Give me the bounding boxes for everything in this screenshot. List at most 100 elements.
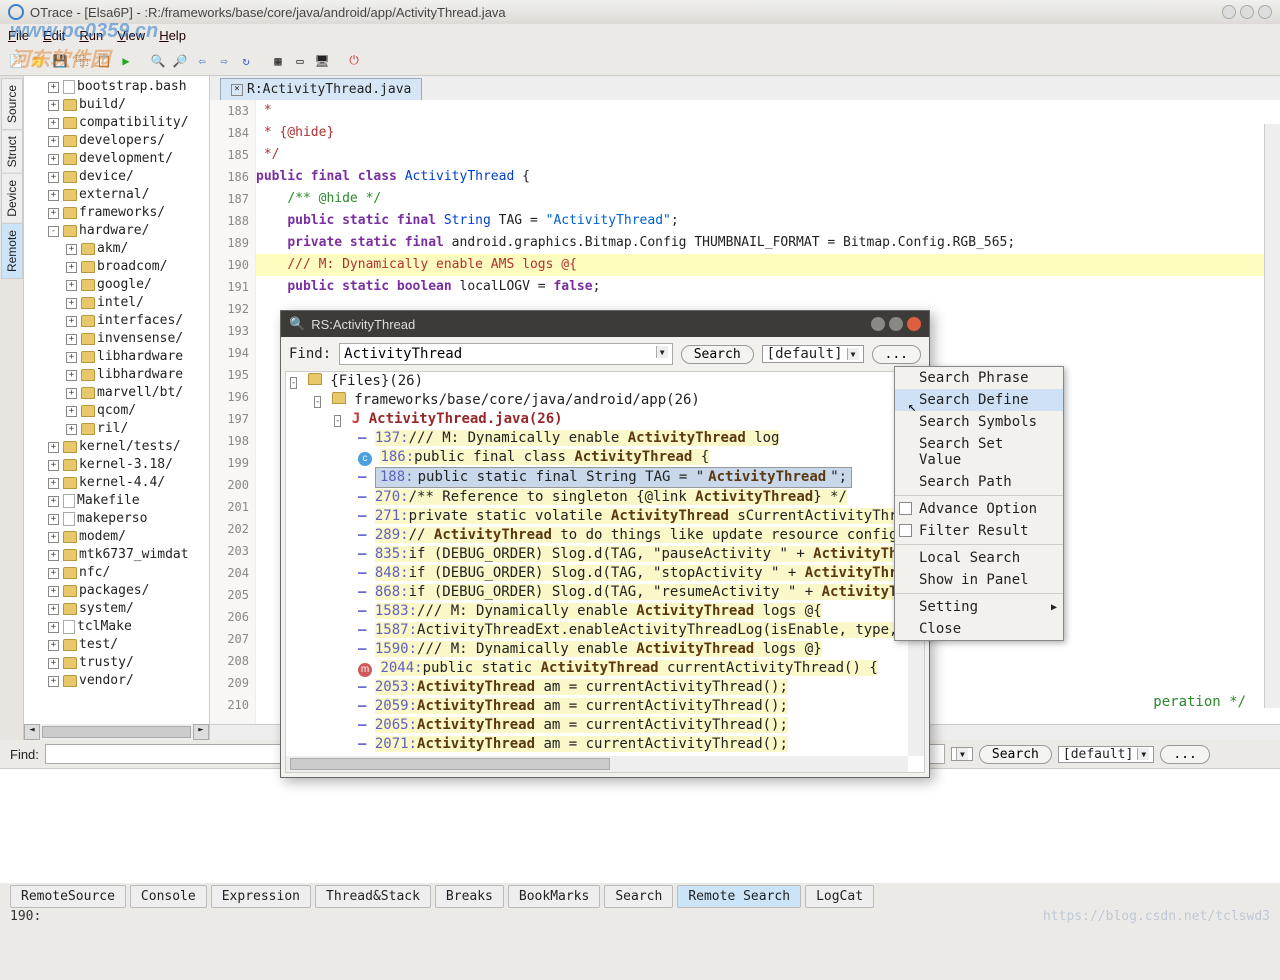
bottom-tab[interactable]: Expression: [211, 885, 311, 908]
rail-tab-device[interactable]: Device: [1, 173, 23, 224]
menu-item[interactable]: Show in Panel: [895, 569, 1063, 591]
bottom-tab[interactable]: Console: [130, 885, 207, 908]
tree-node[interactable]: + ril/: [28, 420, 209, 438]
close-button[interactable]: [1258, 5, 1272, 19]
bottom-tab[interactable]: LogCat: [805, 885, 874, 908]
search-hit[interactable]: — 289:// ActivityThread to do things lik…: [286, 526, 924, 545]
tree-node[interactable]: + kernel/tests/: [28, 438, 209, 456]
power-icon[interactable]: ⏻: [344, 51, 364, 71]
menu-item[interactable]: Advance Option: [895, 498, 1063, 520]
editor-tab[interactable]: × R:ActivityThread.java: [220, 78, 422, 100]
search-hit[interactable]: — 188:public static final String TAG = "…: [286, 467, 924, 488]
tree-node[interactable]: + libhardware: [28, 348, 209, 366]
bottom-tab[interactable]: RemoteSource: [10, 885, 126, 908]
tree-node[interactable]: + modem/: [28, 528, 209, 546]
tree-node[interactable]: + external/: [28, 186, 209, 204]
menu-item[interactable]: Close: [895, 618, 1063, 640]
file-tree[interactable]: + bootstrap.bash+ build/+ compatibility/…: [24, 76, 210, 740]
menu-item[interactable]: Search Set Value: [895, 433, 1063, 471]
tree-node[interactable]: + bootstrap.bash: [28, 78, 209, 96]
search-hit[interactable]: — 868:if (DEBUG_ORDER) Slog.d(TAG, "resu…: [286, 583, 924, 602]
tree-node[interactable]: + google/: [28, 276, 209, 294]
rail-tab-remote[interactable]: Remote: [1, 223, 23, 279]
dialog-scope-select[interactable]: [default]▼: [762, 345, 864, 363]
zoom-icon[interactable]: 🔍: [148, 51, 168, 71]
tree-node[interactable]: - hardware/: [28, 222, 209, 240]
tree-node[interactable]: + broadcom/: [28, 258, 209, 276]
menu-item[interactable]: Search Define: [895, 389, 1063, 411]
tree-node[interactable]: + intel/: [28, 294, 209, 312]
menu-view[interactable]: View: [117, 28, 145, 43]
dialog-more-button[interactable]: ...: [872, 345, 921, 364]
find-scope-select[interactable]: [default]▼: [1058, 746, 1154, 763]
dropdown-icon[interactable]: ▼: [656, 346, 668, 358]
bottom-tab[interactable]: Remote Search: [677, 885, 801, 908]
rail-tab-struct[interactable]: Struct: [1, 129, 23, 174]
editor-vscrollbar[interactable]: [1264, 124, 1280, 708]
grid-icon[interactable]: ▦: [268, 51, 288, 71]
tree-node[interactable]: + invensense/: [28, 330, 209, 348]
reload-icon[interactable]: ↻: [236, 51, 256, 71]
menu-run[interactable]: Run: [79, 28, 103, 43]
search-hit[interactable]: — 2065:ActivityThread am = currentActivi…: [286, 716, 924, 735]
tree-node[interactable]: + trusty/: [28, 654, 209, 672]
tree-node[interactable]: + nfc/: [28, 564, 209, 582]
find-more-button[interactable]: ...: [1160, 745, 1209, 764]
search-hit[interactable]: — 270:/** Reference to singleton {@link …: [286, 488, 924, 507]
open-icon[interactable]: 📁: [28, 51, 48, 71]
bottom-tab[interactable]: Search: [604, 885, 673, 908]
tree-node[interactable]: + vendor/: [28, 672, 209, 690]
tree-node[interactable]: + development/: [28, 150, 209, 168]
tree-node[interactable]: + device/: [28, 168, 209, 186]
tree-node[interactable]: + qcom/: [28, 402, 209, 420]
monitor-icon[interactable]: 🖥: [312, 51, 332, 71]
paste-icon[interactable]: 📋: [94, 51, 114, 71]
dialog-close[interactable]: [907, 317, 921, 331]
tree-node[interactable]: + libhardware: [28, 366, 209, 384]
menu-item[interactable]: Search Symbols: [895, 411, 1063, 433]
rail-tab-source[interactable]: Source: [1, 78, 23, 130]
search-hit[interactable]: — 1583:/// M: Dynamically enable Activit…: [286, 602, 924, 621]
tree-node[interactable]: + marvell/bt/: [28, 384, 209, 402]
new-icon[interactable]: 📄: [6, 51, 26, 71]
tree-node[interactable]: + interfaces/: [28, 312, 209, 330]
menu-item[interactable]: Setting▶: [895, 596, 1063, 618]
bottom-tab[interactable]: Thread&Stack: [315, 885, 431, 908]
search-hit[interactable]: — 835:if (DEBUG_ORDER) Slog.d(TAG, "paus…: [286, 545, 924, 564]
tree-node[interactable]: + kernel-3.18/: [28, 456, 209, 474]
search-hit[interactable]: c 186:public final class ActivityThread …: [286, 448, 924, 467]
menu-item[interactable]: Filter Result: [895, 520, 1063, 542]
tab-close-icon[interactable]: ×: [231, 84, 243, 96]
menu-item[interactable]: Search Phrase: [895, 367, 1063, 389]
dialog-minimize[interactable]: [871, 317, 885, 331]
tree-node[interactable]: + tclMake: [28, 618, 209, 636]
tree-node[interactable]: + makeperso: [28, 510, 209, 528]
tree-hscrollbar[interactable]: ◄ ►: [24, 724, 209, 740]
search-hit[interactable]: — 1587:ActivityThreadExt.enableActivityT…: [286, 621, 924, 640]
dialog-titlebar[interactable]: 🔍 RS:ActivityThread: [281, 311, 929, 337]
dialog-results[interactable]: - {Files}(26)- frameworks/base/core/java…: [285, 371, 925, 773]
search-hit[interactable]: — 271:private static volatile ActivityTh…: [286, 507, 924, 526]
window-icon[interactable]: ▭: [290, 51, 310, 71]
maximize-button[interactable]: [1240, 5, 1254, 19]
tree-node[interactable]: + test/: [28, 636, 209, 654]
search-hit[interactable]: — 137:/// M: Dynamically enable Activity…: [286, 429, 924, 448]
tree-node[interactable]: + packages/: [28, 582, 209, 600]
search-hit[interactable]: m 2044:public static ActivityThread curr…: [286, 659, 924, 678]
menu-file[interactable]: File: [8, 28, 29, 43]
dialog-maximize[interactable]: [889, 317, 903, 331]
tree-node[interactable]: + kernel-4.4/: [28, 474, 209, 492]
search-hit[interactable]: — 2071:ActivityThread am = currentActivi…: [286, 735, 924, 754]
back-icon[interactable]: ⇦: [192, 51, 212, 71]
dialog-search-button[interactable]: Search: [681, 345, 754, 364]
menu-help[interactable]: Help: [159, 28, 186, 43]
minimize-button[interactable]: [1222, 5, 1236, 19]
dialog-find-input[interactable]: [344, 346, 656, 362]
run-icon[interactable]: ▶: [116, 51, 136, 71]
find-icon[interactable]: 🔎: [170, 51, 190, 71]
tree-node[interactable]: + developers/: [28, 132, 209, 150]
search-hit[interactable]: — 2059:ActivityThread am = currentActivi…: [286, 697, 924, 716]
menu-item[interactable]: Search Path: [895, 471, 1063, 493]
menu-edit[interactable]: Edit: [43, 28, 65, 43]
search-hit[interactable]: — 2053:ActivityThread am = currentActivi…: [286, 678, 924, 697]
